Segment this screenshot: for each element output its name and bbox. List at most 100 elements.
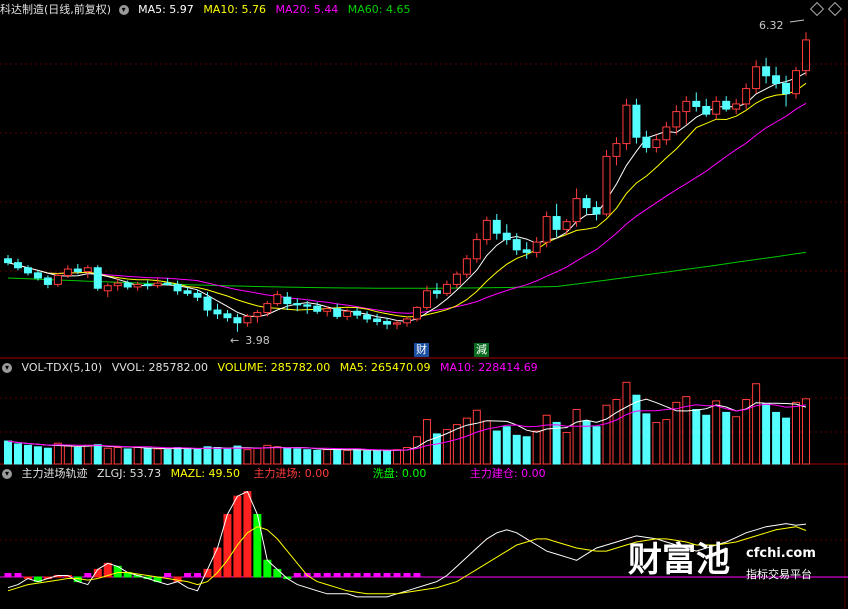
candle [772, 75, 781, 84]
candle [323, 308, 332, 312]
ind-bar [184, 573, 192, 577]
candle [792, 70, 801, 95]
ind-bar [194, 573, 202, 577]
candle [542, 216, 551, 243]
candle [243, 315, 252, 324]
candle [602, 155, 611, 215]
volume-bar [143, 447, 152, 465]
ind-bar [383, 573, 391, 577]
candle [333, 308, 342, 317]
candle [532, 241, 541, 253]
volume-bar [333, 448, 342, 465]
candle [103, 285, 112, 292]
volume-bar [273, 446, 282, 465]
ind-name[interactable]: 主力进场轨迹 [22, 467, 88, 480]
candle [612, 143, 621, 157]
volume-bar [762, 403, 771, 465]
volume-bar [702, 414, 711, 465]
volume-bar [592, 426, 601, 465]
watermark-brand: 财富池 [628, 540, 730, 580]
marker-jian-text: 減 [476, 343, 487, 356]
candle [173, 283, 182, 292]
indicator-header: ▾ 主力进场轨迹 ZLGJ: 53.73 MAZL: 49.50 主力进场: 0… [0, 466, 552, 482]
candle [183, 290, 192, 294]
volume-bar [123, 448, 132, 465]
zljc-value: 主力进场: 0.00 [253, 467, 330, 480]
candle [422, 290, 431, 308]
volume-bar [63, 445, 72, 465]
ind-bar [273, 568, 282, 578]
volume-bar [243, 449, 252, 465]
candle [592, 207, 601, 215]
candle [802, 39, 810, 72]
volume-bar [602, 404, 611, 465]
ind-bar [313, 573, 321, 577]
candle [4, 258, 12, 264]
candle [193, 292, 202, 298]
chart-canvas [0, 18, 848, 609]
volume-bar [502, 426, 511, 465]
candle [303, 304, 312, 307]
volume-bar [4, 440, 12, 465]
candle [393, 322, 402, 325]
volume-bar [412, 436, 421, 465]
volume-bar [173, 447, 182, 465]
vol-name[interactable]: VOL-TDX(5,10) [22, 361, 103, 374]
volume-bar [213, 447, 222, 465]
candle [293, 303, 302, 306]
volume-bar [712, 400, 721, 465]
marker-cai[interactable]: 财 [414, 343, 429, 357]
volume-bar [373, 449, 382, 465]
candle [223, 313, 232, 319]
zlgj-value: ZLGJ: 53.73 [97, 467, 162, 480]
volume-bar [13, 443, 22, 465]
volume-bar [652, 421, 661, 465]
candle [432, 290, 441, 294]
candle [203, 296, 212, 311]
ind-bar [323, 573, 331, 577]
volume-bar [393, 449, 402, 465]
chevron-down-icon[interactable]: ▾ [2, 363, 12, 373]
candle [133, 283, 142, 288]
ind-bar [4, 573, 12, 577]
volume-bar [303, 449, 312, 465]
candle [143, 283, 152, 287]
volume-bar [542, 414, 551, 465]
chevron-down-icon[interactable]: ▾ [2, 469, 12, 479]
volume-bar [482, 420, 491, 465]
xp-value: 洗盘: 0.00 [372, 467, 427, 480]
volume-bar [313, 449, 322, 465]
candle [353, 310, 362, 316]
volume-bar [283, 447, 292, 465]
ind-bar [363, 573, 371, 577]
volume-bar [153, 448, 162, 465]
candle [403, 318, 411, 324]
volume-bar [642, 413, 651, 465]
candle [83, 267, 92, 273]
candle [33, 272, 42, 279]
ind-bar [403, 573, 411, 577]
volume-bar [383, 450, 392, 465]
volume-bar [323, 449, 332, 465]
candle [253, 312, 262, 317]
volume-bar [103, 447, 112, 465]
candle [712, 100, 721, 115]
candle [163, 282, 172, 285]
volume-bar [662, 419, 671, 465]
candle [522, 249, 531, 253]
volume-bar [562, 431, 571, 465]
marker-jian[interactable]: 減 [474, 343, 489, 357]
candle [572, 198, 581, 223]
volume-bar [732, 416, 741, 465]
candle [752, 66, 761, 90]
candle [492, 219, 501, 234]
candle [412, 306, 421, 320]
candle [482, 219, 491, 241]
candle [672, 111, 681, 128]
zljc2-value: 主力建仓: 0.00 [469, 467, 546, 480]
ind-bar [233, 495, 242, 578]
volume-bar [83, 444, 92, 465]
candle [363, 314, 372, 320]
candle [682, 100, 691, 113]
volume-bar [622, 381, 631, 465]
